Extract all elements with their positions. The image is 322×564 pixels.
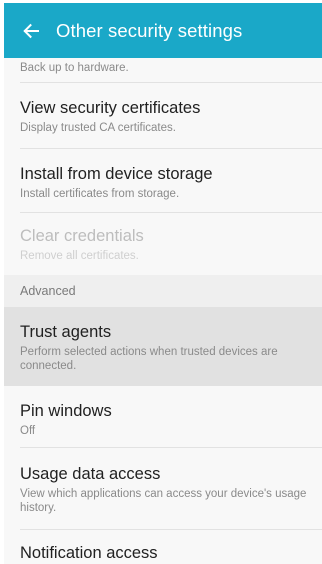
setting-item-title: Clear credentials xyxy=(20,227,144,245)
setting-item-subtitle: Install certificates from storage. xyxy=(20,188,180,200)
setting-item-subtitle: Off xyxy=(20,425,36,437)
setting-item-subtitle: Perform selected actions when trusted de… xyxy=(20,346,278,372)
setting-item-pin-windows[interactable]: Pin windows Off xyxy=(4,386,322,448)
setting-item-view-security-certificates[interactable]: View security certificates Display trust… xyxy=(4,83,322,149)
settings-screen: Other security settings Back up to hardw… xyxy=(4,3,322,564)
setting-item-title: Install from device storage xyxy=(20,165,213,183)
setting-item-title: Notification access xyxy=(20,544,158,562)
setting-item-subtitle: Back up to hardware. xyxy=(20,62,129,74)
setting-item-subtitle: Display trusted CA certificates. xyxy=(20,122,176,134)
setting-item-notification-access[interactable]: Notification access xyxy=(4,530,322,564)
setting-item-title: Trust agents xyxy=(20,323,112,341)
setting-item-title: Usage data access xyxy=(20,465,161,483)
setting-item-subtitle: View which applications can access your … xyxy=(20,488,307,514)
setting-item-clear-credentials: Clear credentials Remove all certificate… xyxy=(4,213,322,275)
page-title: Other security settings xyxy=(56,19,243,41)
setting-item-usage-data-access[interactable]: Usage data access View which application… xyxy=(4,448,322,530)
setting-item-title: View security certificates xyxy=(20,99,201,117)
section-header-advanced: Advanced xyxy=(4,275,322,307)
setting-item-install-from-device-storage[interactable]: Install from device storage Install cert… xyxy=(4,149,322,213)
back-arrow-icon[interactable] xyxy=(18,18,44,44)
setting-item-trust-agents[interactable]: Trust agents Perform selected actions wh… xyxy=(4,307,322,386)
app-bar: Other security settings xyxy=(4,3,322,58)
setting-item-title: Pin windows xyxy=(20,402,112,420)
setting-item-backup-partial[interactable]: Back up to hardware. xyxy=(4,58,322,83)
setting-item-subtitle: Remove all certificates. xyxy=(20,250,139,262)
